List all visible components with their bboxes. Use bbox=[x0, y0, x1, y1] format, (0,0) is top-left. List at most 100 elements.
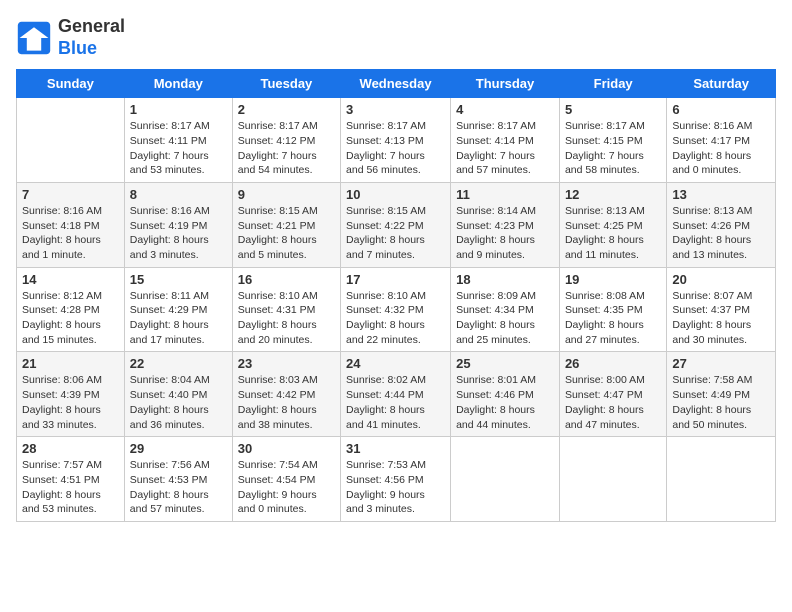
calendar-cell: 12 Sunrise: 8:13 AMSunset: 4:25 PMDayligh… bbox=[559, 182, 666, 267]
day-number: 10 bbox=[346, 187, 445, 202]
day-info: Sunrise: 8:16 AMSunset: 4:18 PMDaylight:… bbox=[22, 204, 119, 263]
calendar-cell: 1 Sunrise: 8:17 AMSunset: 4:11 PMDaylight… bbox=[124, 98, 232, 183]
day-number: 31 bbox=[346, 441, 445, 456]
day-number: 18 bbox=[456, 272, 554, 287]
day-number: 29 bbox=[130, 441, 227, 456]
day-info: Sunrise: 7:56 AMSunset: 4:53 PMDaylight:… bbox=[130, 458, 227, 517]
day-number: 6 bbox=[672, 102, 770, 117]
calendar-cell: 27Sunrise: 7:58 AMSunset: 4:49 PMDayligh… bbox=[667, 352, 776, 437]
day-info: Sunrise: 8:06 AMSunset: 4:39 PMDaylight:… bbox=[22, 373, 119, 432]
day-info: Sunrise: 8:01 AMSunset: 4:46 PMDaylight:… bbox=[456, 373, 554, 432]
day-header-thursday: Thursday bbox=[451, 70, 560, 98]
day-info: Sunrise: 8:07 AMSunset: 4:37 PMDaylight:… bbox=[672, 289, 770, 348]
logo: General Blue bbox=[16, 16, 125, 59]
day-number: 19 bbox=[565, 272, 661, 287]
day-info: Sunrise: 8:17 AMSunset: 4:11 PMDaylight:… bbox=[130, 119, 227, 178]
calendar-cell: 16 Sunrise: 8:10 AMSunset: 4:31 PMDayligh… bbox=[232, 267, 340, 352]
day-info: Sunrise: 8:08 AMSunset: 4:35 PMDaylight:… bbox=[565, 289, 661, 348]
day-info: Sunrise: 8:14 AMSunset: 4:23 PMDaylight:… bbox=[456, 204, 554, 263]
day-header-saturday: Saturday bbox=[667, 70, 776, 98]
day-header-wednesday: Wednesday bbox=[341, 70, 451, 98]
day-info: Sunrise: 8:13 AMSunset: 4:25 PMDaylight:… bbox=[565, 204, 661, 263]
day-info: Sunrise: 8:15 AMSunset: 4:21 PMDaylight:… bbox=[238, 204, 335, 263]
day-number: 4 bbox=[456, 102, 554, 117]
day-number: 26 bbox=[565, 356, 661, 371]
day-info: Sunrise: 8:17 AMSunset: 4:13 PMDaylight:… bbox=[346, 119, 445, 178]
calendar-cell: 30 Sunrise: 7:54 AMSunset: 4:54 PMDayligh… bbox=[232, 437, 340, 522]
day-number: 21 bbox=[22, 356, 119, 371]
calendar-cell: 28 Sunrise: 7:57 AMSunset: 4:51 PMDayligh… bbox=[17, 437, 125, 522]
calendar-cell: 3 Sunrise: 8:17 AMSunset: 4:13 PMDaylight… bbox=[341, 98, 451, 183]
calendar-cell: 6 Sunrise: 8:16 AMSunset: 4:17 PMDaylight… bbox=[667, 98, 776, 183]
day-info: Sunrise: 7:58 AMSunset: 4:49 PMDaylight:… bbox=[672, 373, 770, 432]
day-number: 24 bbox=[346, 356, 445, 371]
calendar-cell: 24 Sunrise: 8:02 AMSunset: 4:44 PMDayligh… bbox=[341, 352, 451, 437]
calendar-cell: 21 Sunrise: 8:06 AMSunset: 4:39 PMDayligh… bbox=[17, 352, 125, 437]
day-info: Sunrise: 8:11 AMSunset: 4:29 PMDaylight:… bbox=[130, 289, 227, 348]
day-info: Sunrise: 8:17 AMSunset: 4:12 PMDaylight:… bbox=[238, 119, 335, 178]
day-info: Sunrise: 8:10 AMSunset: 4:31 PMDaylight:… bbox=[238, 289, 335, 348]
day-number: 23 bbox=[238, 356, 335, 371]
day-number: 15 bbox=[130, 272, 227, 287]
calendar-cell: 7 Sunrise: 8:16 AMSunset: 4:18 PMDaylight… bbox=[17, 182, 125, 267]
day-number: 12 bbox=[565, 187, 661, 202]
calendar-cell: 15 Sunrise: 8:11 AMSunset: 4:29 PMDayligh… bbox=[124, 267, 232, 352]
logo-icon bbox=[16, 20, 52, 56]
calendar-cell: 22 Sunrise: 8:04 AMSunset: 4:40 PMDayligh… bbox=[124, 352, 232, 437]
calendar-cell: 20 Sunrise: 8:07 AMSunset: 4:37 PMDayligh… bbox=[667, 267, 776, 352]
day-header-monday: Monday bbox=[124, 70, 232, 98]
calendar-cell: 4 Sunrise: 8:17 AMSunset: 4:14 PMDaylight… bbox=[451, 98, 560, 183]
day-header-friday: Friday bbox=[559, 70, 666, 98]
day-number: 7 bbox=[22, 187, 119, 202]
calendar-cell: 13Sunrise: 8:13 AMSunset: 4:26 PMDayligh… bbox=[667, 182, 776, 267]
day-number: 30 bbox=[238, 441, 335, 456]
calendar-table: SundayMondayTuesdayWednesdayThursdayFrid… bbox=[16, 69, 776, 522]
day-info: Sunrise: 7:54 AMSunset: 4:54 PMDaylight:… bbox=[238, 458, 335, 517]
calendar-cell: 29 Sunrise: 7:56 AMSunset: 4:53 PMDayligh… bbox=[124, 437, 232, 522]
day-number: 11 bbox=[456, 187, 554, 202]
day-info: Sunrise: 8:10 AMSunset: 4:32 PMDaylight:… bbox=[346, 289, 445, 348]
day-number: 25 bbox=[456, 356, 554, 371]
calendar-cell: 23 Sunrise: 8:03 AMSunset: 4:42 PMDayligh… bbox=[232, 352, 340, 437]
day-number: 8 bbox=[130, 187, 227, 202]
day-number: 28 bbox=[22, 441, 119, 456]
day-info: Sunrise: 8:12 AMSunset: 4:28 PMDaylight:… bbox=[22, 289, 119, 348]
day-info: Sunrise: 8:16 AMSunset: 4:17 PMDaylight:… bbox=[672, 119, 770, 178]
day-info: Sunrise: 8:04 AMSunset: 4:40 PMDaylight:… bbox=[130, 373, 227, 432]
day-info: Sunrise: 8:03 AMSunset: 4:42 PMDaylight:… bbox=[238, 373, 335, 432]
day-number: 5 bbox=[565, 102, 661, 117]
logo-text: General Blue bbox=[58, 16, 125, 59]
day-number: 13 bbox=[672, 187, 770, 202]
calendar-cell bbox=[17, 98, 125, 183]
day-number: 3 bbox=[346, 102, 445, 117]
day-header-tuesday: Tuesday bbox=[232, 70, 340, 98]
day-number: 20 bbox=[672, 272, 770, 287]
calendar-cell: 8 Sunrise: 8:16 AMSunset: 4:19 PMDaylight… bbox=[124, 182, 232, 267]
calendar-cell: 11 Sunrise: 8:14 AMSunset: 4:23 PMDayligh… bbox=[451, 182, 560, 267]
day-info: Sunrise: 8:00 AMSunset: 4:47 PMDaylight:… bbox=[565, 373, 661, 432]
day-number: 14 bbox=[22, 272, 119, 287]
calendar-cell bbox=[559, 437, 666, 522]
day-info: Sunrise: 7:57 AMSunset: 4:51 PMDaylight:… bbox=[22, 458, 119, 517]
day-number: 16 bbox=[238, 272, 335, 287]
day-info: Sunrise: 8:17 AMSunset: 4:14 PMDaylight:… bbox=[456, 119, 554, 178]
calendar-cell: 31Sunrise: 7:53 AMSunset: 4:56 PMDayligh… bbox=[341, 437, 451, 522]
day-info: Sunrise: 8:09 AMSunset: 4:34 PMDaylight:… bbox=[456, 289, 554, 348]
day-number: 2 bbox=[238, 102, 335, 117]
day-info: Sunrise: 8:16 AMSunset: 4:19 PMDaylight:… bbox=[130, 204, 227, 263]
day-number: 17 bbox=[346, 272, 445, 287]
calendar-cell: 14 Sunrise: 8:12 AMSunset: 4:28 PMDayligh… bbox=[17, 267, 125, 352]
calendar-cell: 5 Sunrise: 8:17 AMSunset: 4:15 PMDaylight… bbox=[559, 98, 666, 183]
calendar-cell bbox=[667, 437, 776, 522]
calendar-cell: 18 Sunrise: 8:09 AMSunset: 4:34 PMDayligh… bbox=[451, 267, 560, 352]
day-number: 1 bbox=[130, 102, 227, 117]
day-number: 22 bbox=[130, 356, 227, 371]
calendar-cell: 25 Sunrise: 8:01 AMSunset: 4:46 PMDayligh… bbox=[451, 352, 560, 437]
day-info: Sunrise: 8:02 AMSunset: 4:44 PMDaylight:… bbox=[346, 373, 445, 432]
calendar-cell: 19 Sunrise: 8:08 AMSunset: 4:35 PMDayligh… bbox=[559, 267, 666, 352]
day-header-sunday: Sunday bbox=[17, 70, 125, 98]
day-info: Sunrise: 8:17 AMSunset: 4:15 PMDaylight:… bbox=[565, 119, 661, 178]
calendar-cell bbox=[451, 437, 560, 522]
calendar-cell: 9Sunrise: 8:15 AMSunset: 4:21 PMDaylight… bbox=[232, 182, 340, 267]
calendar-cell: 2 Sunrise: 8:17 AMSunset: 4:12 PMDaylight… bbox=[232, 98, 340, 183]
